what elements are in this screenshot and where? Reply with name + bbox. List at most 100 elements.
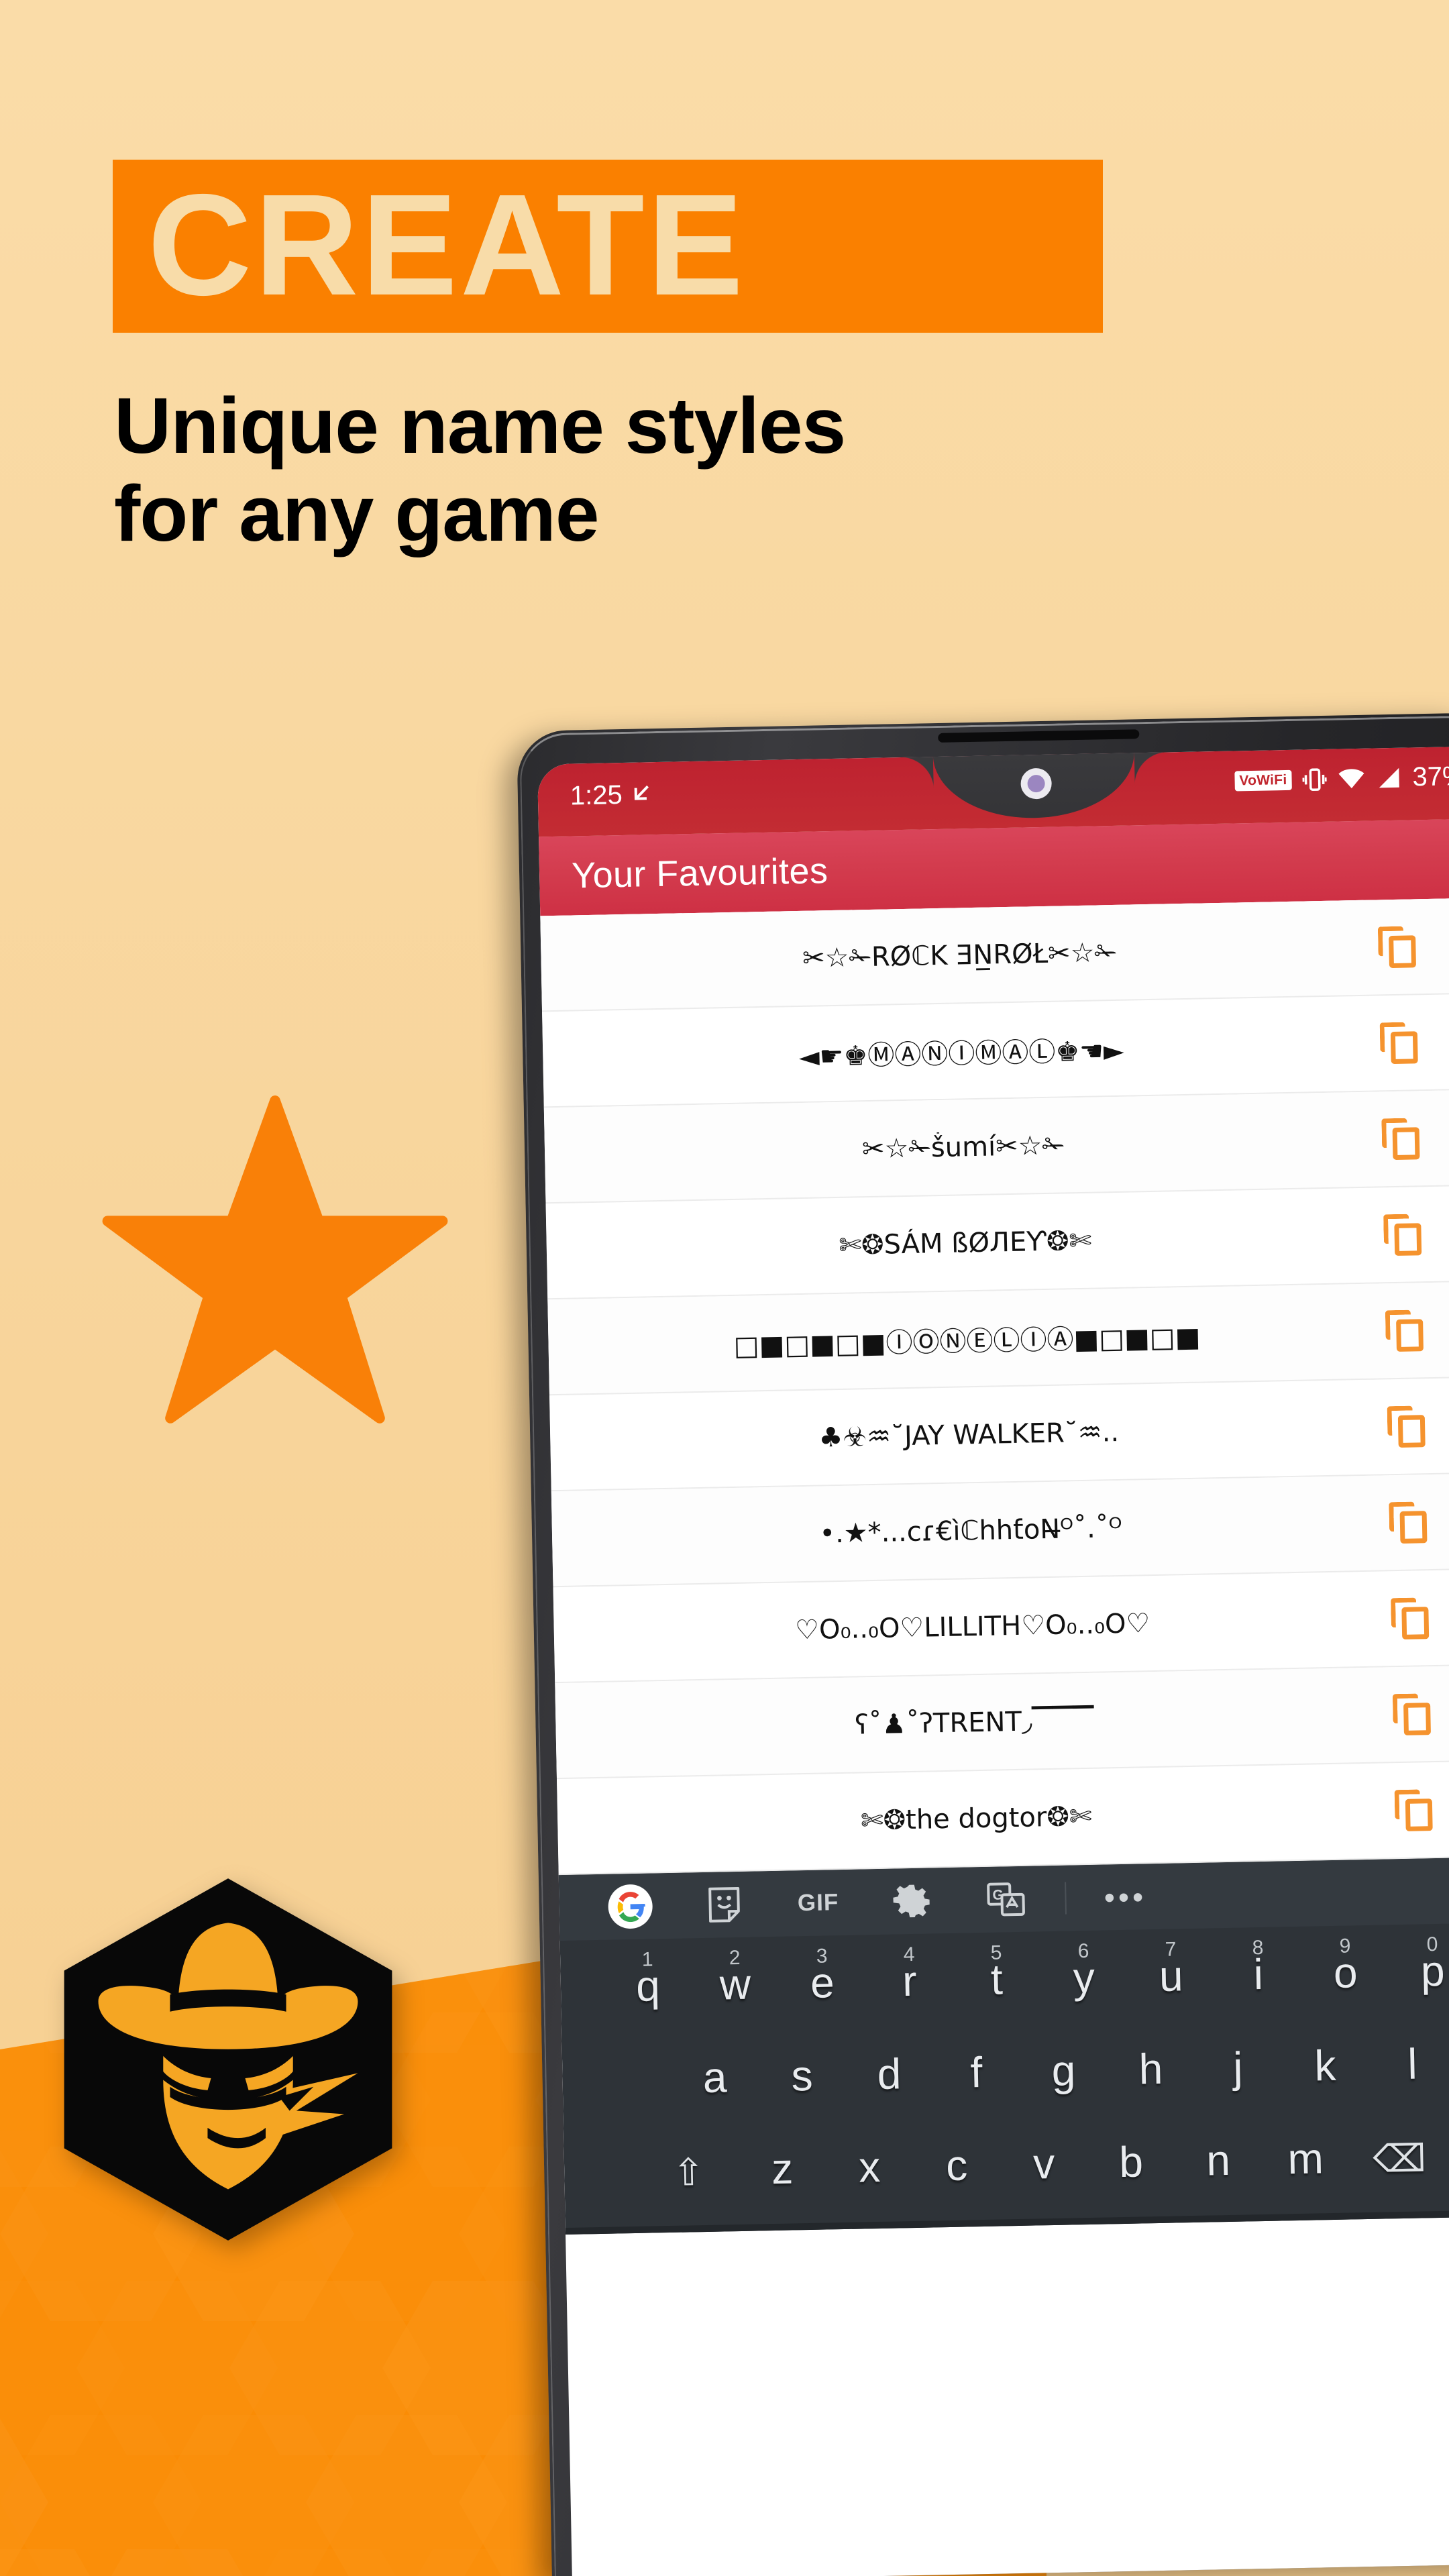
copy-icon[interactable] <box>1383 1214 1422 1256</box>
key-d[interactable]: d <box>845 2035 933 2112</box>
key-z[interactable]: z <box>738 2131 826 2207</box>
vibrate-icon <box>1302 767 1327 791</box>
overflow-menu-icon: ••• <box>1104 1879 1147 1915</box>
favourite-row-actions <box>1381 1116 1449 1160</box>
favourite-row[interactable]: ✂☆✁ṧumí✂☆✁ <box>543 1089 1449 1204</box>
subtitle-line-2: for any game <box>114 470 599 558</box>
favourite-name: ♣☣♒˘JAY WALKER˘♒.. <box>818 1416 1120 1454</box>
favourite-name: ✂☆✁RØℂK ƎN̲RØŁ✂☆✁ <box>802 936 1118 974</box>
subtitle-line-1: Unique name styles <box>114 382 846 470</box>
google-search-button[interactable] <box>583 1884 678 1930</box>
key-u[interactable]: 7u <box>1127 1937 1216 2014</box>
key-label: j <box>1232 2043 1244 2092</box>
backspace-key[interactable]: ⌫ <box>1348 2118 1449 2198</box>
gif-button[interactable]: GIF <box>771 1888 865 1917</box>
favourite-row[interactable]: ✄❂SÁM ßØЛEƳ❂✄ <box>545 1185 1449 1300</box>
notch-right-curve <box>1134 751 1169 787</box>
favourite-name: ◄☛♚ⓂⒶⓃⒾⓂⒶⓁ♚☚► <box>798 1035 1125 1073</box>
page-title: Your Favourites <box>571 851 828 896</box>
key-label: v <box>1032 2139 1055 2188</box>
keyboard-row-2: asdfgh jkl <box>562 2025 1449 2135</box>
favourite-row-actions <box>1385 1307 1449 1352</box>
copy-icon[interactable] <box>1394 1788 1433 1831</box>
favourite-row-actions <box>1379 1020 1449 1064</box>
google-logo-icon <box>608 1884 653 1929</box>
key-number-hint: 8 <box>1252 1936 1264 1960</box>
key-o[interactable]: 9o <box>1301 1934 1390 2010</box>
key-a[interactable]: a <box>671 2039 759 2115</box>
copy-icon[interactable] <box>1391 1597 1430 1640</box>
key-number-hint: 3 <box>816 1945 828 1968</box>
favourite-row-actions <box>1391 1595 1449 1640</box>
copy-icon[interactable] <box>1379 1022 1418 1064</box>
key-number-hint: 6 <box>1077 1939 1089 1963</box>
key-label: s <box>790 2051 814 2100</box>
key-label: m <box>1287 2134 1324 2184</box>
favourite-name: ♡O₀..₀O♡LILLITH♡O₀..₀O♡ <box>794 1607 1150 1646</box>
key-label: h <box>1138 2044 1163 2094</box>
cowboy-hexagon-logo <box>64 1878 392 2241</box>
key-q[interactable]: 1q <box>604 1947 692 2024</box>
translate-button[interactable]: G <box>959 1881 1053 1918</box>
key-t[interactable]: 5t <box>953 1941 1041 2017</box>
shift-key[interactable]: ⇧ <box>637 2132 739 2211</box>
favourite-name: ✂☆✁ṧumí✂☆✁ <box>861 1129 1065 1165</box>
key-label: l <box>1407 2039 1418 2088</box>
favourite-row[interactable]: ♣☣♒˘JAY WALKER˘♒.. <box>549 1377 1449 1492</box>
key-number-hint: 9 <box>1339 1935 1351 1957</box>
key-label: x <box>858 2142 881 2192</box>
key-m[interactable]: m <box>1261 2121 1350 2197</box>
key-y[interactable]: 6y <box>1040 1939 1128 2016</box>
favourite-row[interactable]: ʕ˚♟˚ʔTRENT◞▔▔▔ <box>555 1664 1449 1780</box>
status-time: 1:25 <box>570 780 623 811</box>
settings-button[interactable] <box>865 1882 959 1921</box>
translate-icon: G <box>987 1882 1025 1917</box>
key-h[interactable]: h <box>1106 2031 1195 2107</box>
favourite-name: ✄❂the dogtor❂✄ <box>860 1801 1092 1836</box>
key-i[interactable]: 8i <box>1214 1936 1303 2012</box>
key-p[interactable]: 0p <box>1389 1933 1449 2009</box>
copy-icon[interactable] <box>1377 926 1417 968</box>
copy-icon[interactable] <box>1392 1693 1431 1735</box>
favourite-row[interactable]: ♡O₀..₀O♡LILLITH♡O₀..₀O♡ <box>553 1568 1449 1684</box>
favourite-row[interactable]: ✄❂the dogtor❂✄ <box>557 1760 1449 1876</box>
favourite-row-actions <box>1392 1691 1449 1735</box>
key-j[interactable]: j <box>1193 2029 1282 2105</box>
key-v[interactable]: v <box>1000 2125 1088 2202</box>
key-g[interactable]: g <box>1019 2032 1108 2108</box>
key-k[interactable]: k <box>1281 2027 1369 2104</box>
key-r[interactable]: 4r <box>865 1943 954 2019</box>
favourite-row[interactable]: ◄☛♚ⓂⒶⓃⒾⓂⒶⓁ♚☚► <box>542 993 1449 1108</box>
key-e[interactable]: 3e <box>778 1944 867 2021</box>
favourites-list: ✂☆✁RØℂK ƎN̲RØŁ✂☆✁ ◄☛♚ⓂⒶⓃⒾⓂⒶⓁ♚☚► ✂☆✁ṧumí✂☆✁… <box>540 897 1449 1876</box>
sticker-button[interactable] <box>677 1885 771 1925</box>
favourite-row[interactable]: □■□■□■ⒾⓄⓃⒺⓁⒾⒶ■□■□■ <box>547 1281 1449 1396</box>
keyboard-row-3: ⇧ z x c v b n m ⌫ <box>564 2117 1449 2228</box>
favourite-name: □■□■□■ⒾⓄⓃⒺⓁⒾⒶ■□■□■ <box>733 1322 1201 1362</box>
more-options-button[interactable]: ••• <box>1078 1879 1172 1915</box>
status-bar-right: VoWiFi 37% <box>1234 761 1449 796</box>
key-b[interactable]: b <box>1087 2124 1175 2200</box>
key-label: f <box>969 2048 983 2097</box>
copy-icon[interactable] <box>1389 1501 1428 1544</box>
key-f[interactable]: f <box>932 2034 1020 2110</box>
key-l[interactable]: l <box>1368 2025 1449 2102</box>
gear-icon <box>893 1884 930 1918</box>
sticker-icon <box>708 1886 740 1923</box>
favourite-row[interactable]: ✂☆✁RØℂK ƎN̲RØŁ✂☆✁ <box>540 897 1449 1012</box>
key-label: c <box>945 2141 968 2190</box>
key-s[interactable]: s <box>757 2037 846 2114</box>
copy-icon[interactable] <box>1381 1118 1420 1160</box>
key-c[interactable]: c <box>912 2127 1001 2204</box>
key-label: b <box>1118 2137 1144 2187</box>
phone-mockup: 1:25 VoWiFi 37% Your Favourites ✂☆✁RØℂK … <box>517 712 1449 2576</box>
copy-icon[interactable] <box>1387 1405 1426 1448</box>
key-w[interactable]: 2w <box>691 1946 780 2023</box>
key-x[interactable]: x <box>825 2129 914 2205</box>
gif-label: GIF <box>797 1889 839 1917</box>
key-label: z <box>771 2144 794 2194</box>
copy-icon[interactable] <box>1385 1309 1424 1352</box>
favourite-row[interactable]: •.★*...ϲɾ€ìℂhhƭoN̶ᴼ˚.˚ᴼ <box>551 1472 1449 1588</box>
key-n[interactable]: n <box>1174 2122 1263 2198</box>
key-number-hint: 1 <box>641 1948 653 1971</box>
